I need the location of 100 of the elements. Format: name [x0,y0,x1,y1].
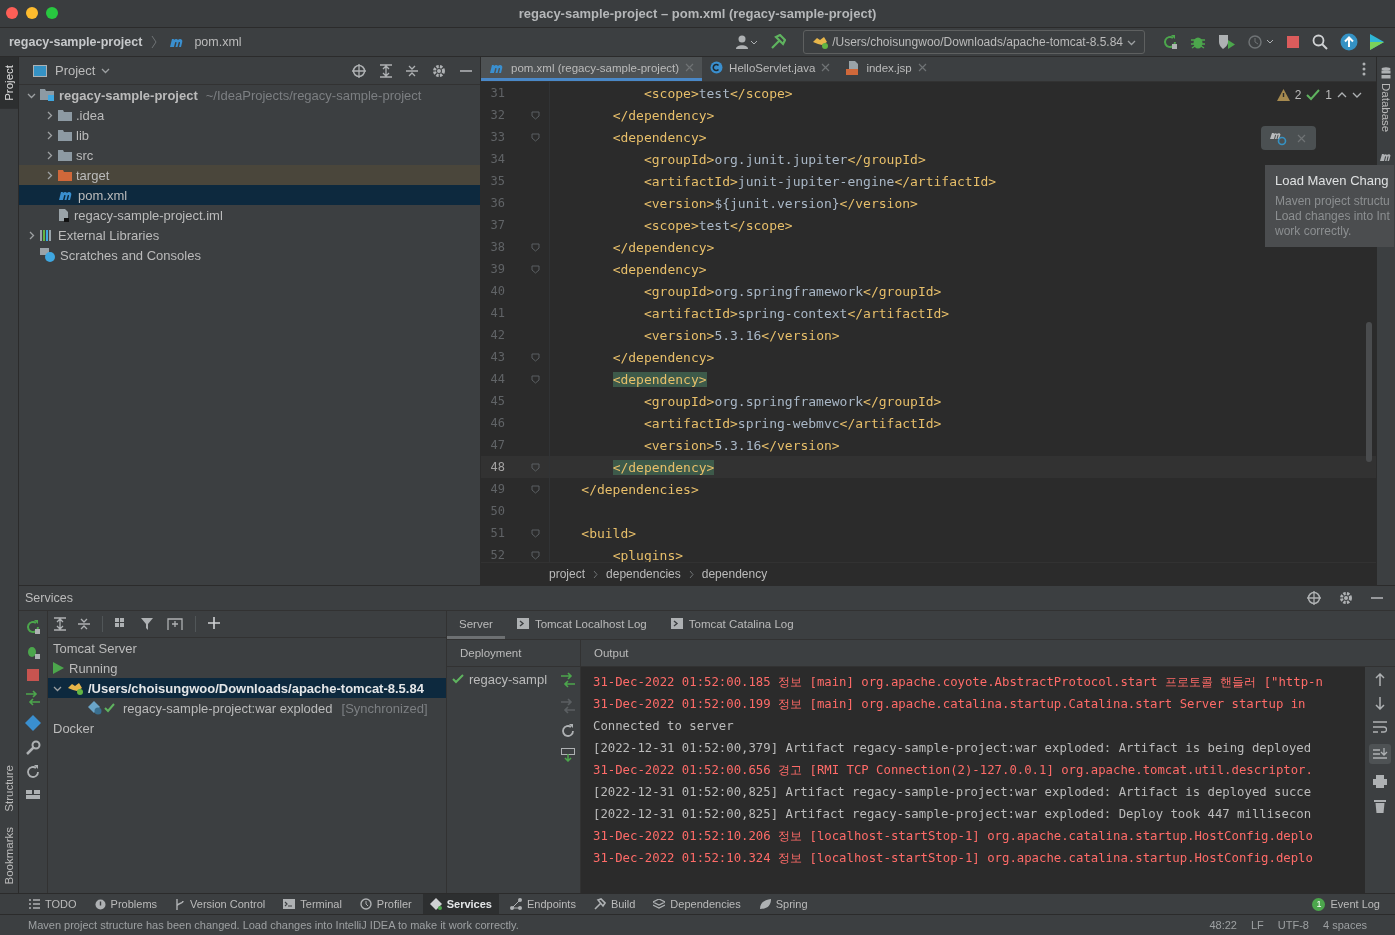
deploy-icon[interactable] [560,672,576,688]
wrench-icon[interactable] [25,740,41,756]
close-window-button[interactable] [6,7,18,19]
scroll-to-end-icon[interactable] [1369,744,1391,764]
deploy-icon[interactable] [25,690,41,706]
zoom-window-button[interactable] [46,7,58,19]
new-tab-icon[interactable] [167,617,183,631]
maven-file-icon [58,189,74,201]
collapse-all-icon[interactable] [78,617,90,631]
close-icon[interactable] [821,63,831,72]
tool-window-tab[interactable]: Database [1380,83,1392,133]
trash-icon[interactable] [1374,799,1386,813]
tree-item[interactable]: lib [19,125,480,145]
breadcrumb[interactable]: project [549,567,586,581]
tool-window-tab[interactable]: Bookmarks [0,819,18,893]
more-icon[interactable] [1362,62,1366,76]
tree-item[interactable]: src [19,145,480,165]
hammer-icon[interactable] [770,34,787,50]
tool-window-button[interactable]: Dependencies [646,894,748,914]
hide-icon[interactable] [1371,596,1383,600]
target-icon[interactable] [1307,591,1321,605]
tool-window-button[interactable]: TODO [22,894,84,914]
tool-window-button[interactable]: Version Control [168,894,273,914]
tree-item[interactable]: .idea [19,105,480,125]
tree-item[interactable]: pom.xml [19,185,480,205]
user-icon[interactable] [736,35,759,49]
tool-window-button[interactable]: Spring [751,894,815,914]
warning-icon[interactable] [1276,89,1290,101]
console-tab[interactable]: Server [447,611,505,639]
file-encoding[interactable]: UTF-8 [1277,919,1309,931]
event-log-button[interactable]: 1 Event Log [1305,894,1387,914]
refresh-icon[interactable] [26,765,40,779]
tree-item[interactable]: External Libraries [19,225,480,245]
service-label: Running [69,660,118,676]
profile-icon[interactable] [1248,34,1274,50]
breadcrumb[interactable]: dependency [701,567,768,581]
down-arrow-icon[interactable] [1375,697,1385,710]
target-icon[interactable] [352,63,366,78]
coverage-icon[interactable] [1218,34,1236,50]
expand-all-icon[interactable] [54,617,66,631]
filter-icon[interactable] [141,617,155,631]
minimize-window-button[interactable] [26,7,38,19]
search-icon[interactable] [1312,34,1328,50]
stop-icon[interactable] [1286,35,1300,49]
breadcrumb[interactable]: pom.xml [194,35,242,49]
tool-window-button[interactable]: Build [586,894,643,914]
service-item[interactable]: Docker [48,718,446,738]
diamond-icon[interactable] [25,715,41,731]
run-configuration-dropdown[interactable]: /Users/choisungwoo/Downloads/apache-tomcat-8.5.84 [803,30,1145,54]
indent-setting[interactable]: 4 spaces [1322,919,1367,931]
file-icon [58,208,70,222]
download-icon[interactable] [561,748,575,762]
rerun-icon[interactable] [1162,34,1178,50]
editor-tab[interactable]: index.jsp [838,57,935,81]
tree-item[interactable]: regacy-sample-project ~/IdeaProjects/regacy-sample-project [19,85,480,105]
service-item[interactable]: regacy-sample-project:war exploded [Synchronized] [48,698,446,718]
check-icon[interactable] [1306,89,1321,101]
cursor-position[interactable]: 48:22 [1209,919,1237,931]
deployment-item[interactable]: regacy-sampl [447,669,556,689]
up-arrow-icon[interactable] [1375,673,1385,686]
collapse-all-icon[interactable] [406,63,418,78]
update-icon[interactable] [1340,33,1358,51]
tool-window-tab[interactable]: Project [0,57,18,109]
load-maven-button[interactable] [1261,126,1316,150]
console-tab[interactable]: Tomcat Localhost Log [504,611,659,639]
rerun-icon[interactable] [25,619,41,635]
status-message: Maven project structure has been changed. Load changes into IntelliJ IDEA to make it work correctly. [28,919,519,931]
tree-item[interactable]: Scratches and Consoles [19,245,480,265]
breadcrumb[interactable]: regacy-sample-project [9,35,143,49]
tree-label: target [76,167,110,183]
add-icon[interactable] [208,617,222,631]
tool-window-button[interactable]: Profiler [352,894,419,914]
expand-all-icon[interactable] [380,63,392,78]
editor-tab[interactable]: pom.xml (regacy-sample-project) [481,57,703,81]
tool-window-button[interactable]: Services [422,894,499,914]
tree-item[interactable]: regacy-sample-project.iml [19,205,480,225]
maven-icon[interactable] [1379,152,1393,163]
panel-title[interactable]: Project [55,63,96,78]
breadcrumb[interactable]: dependencies [606,567,681,581]
bug-icon[interactable] [25,644,41,660]
hide-icon[interactable] [460,68,472,73]
tool-window-tab[interactable]: Structure [0,756,18,820]
layout-icon[interactable] [26,788,40,800]
tool-window-button[interactable]: Problems [87,894,165,914]
settings-icon[interactable] [1339,591,1353,605]
tool-window-button[interactable]: Terminal [276,894,349,914]
service-item[interactable]: /Users/choisungwoo/Downloads/apache-tomcat-8.5.84 [48,678,446,698]
line-separator[interactable]: LF [1250,919,1264,931]
tree-item[interactable]: target [19,165,480,185]
service-item[interactable]: Running [48,658,446,678]
tool-window-button[interactable]: Endpoints [502,894,583,914]
settings-icon[interactable] [432,63,446,78]
soft-wrap-icon[interactable] [1373,721,1387,733]
refresh-icon[interactable] [561,724,575,738]
editor-tab[interactable]: HelloServlet.java [702,57,839,81]
console-tab[interactable]: Tomcat Catalina Log [658,611,806,639]
close-icon[interactable] [917,63,927,72]
code-with-me-icon[interactable] [1370,34,1384,50]
print-icon[interactable] [1373,775,1387,788]
service-item[interactable]: Tomcat Server [48,638,446,658]
